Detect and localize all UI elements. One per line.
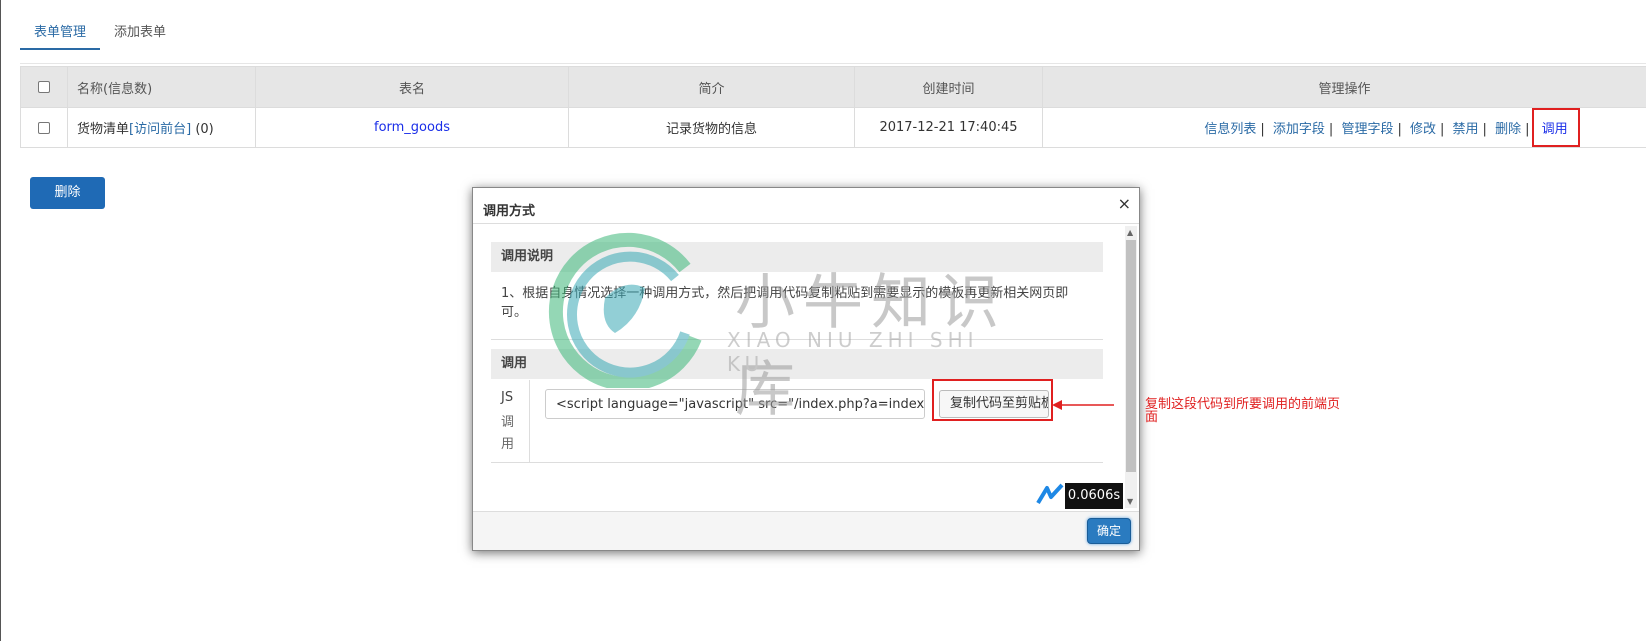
dialog-footer: 确定 bbox=[473, 511, 1139, 550]
op-add-field[interactable]: 添加字段 bbox=[1273, 122, 1325, 137]
row-actions: 信息列表 | 添加字段 | 管理字段 | 修改 | 禁用 | 删除 | 调用 bbox=[1042, 107, 1646, 148]
op-disable[interactable]: 禁用 bbox=[1453, 122, 1479, 137]
header-created: 创建时间 bbox=[854, 66, 1043, 108]
section-instructions-title: 调用说明 bbox=[491, 242, 1103, 272]
row-name-cell: 货物清单[访问前台] (0) bbox=[67, 107, 256, 148]
op-manage-fields[interactable]: 管理字段 bbox=[1341, 122, 1393, 137]
dialog-body: 调用说明 1、根据自身情况选择一种调用方式，然后把调用代码复制粘贴到需要显示的模… bbox=[473, 224, 1139, 510]
forms-table: 名称(信息数) 表名 简介 创建时间 管理操作 货物清单[访问前台] (0) f… bbox=[20, 66, 1646, 148]
call-code-field[interactable]: <script language="javascript" src="/inde… bbox=[545, 389, 925, 419]
section-bottom-divider bbox=[491, 462, 1103, 463]
copy-code-button[interactable]: 复制代码至剪贴板 bbox=[939, 390, 1049, 418]
op-info-list[interactable]: 信息列表 bbox=[1204, 122, 1256, 137]
row-table-name-cell: form_goods bbox=[255, 107, 569, 148]
scroll-up-icon[interactable]: ▲ bbox=[1127, 228, 1133, 237]
row-checkbox[interactable] bbox=[38, 121, 50, 134]
debug-logo-icon bbox=[1036, 483, 1064, 505]
dialog-title: 调用方式 bbox=[483, 204, 536, 219]
op-call-highlight: 调用 bbox=[1531, 108, 1580, 147]
row-name: 货物清单 bbox=[77, 122, 130, 137]
window-left-border bbox=[0, 0, 1, 641]
close-icon[interactable]: × bbox=[1118, 194, 1131, 213]
delete-button[interactable]: 删除 bbox=[30, 177, 105, 209]
scroll-down-icon[interactable]: ▼ bbox=[1127, 497, 1133, 506]
row-select-cell[interactable] bbox=[20, 107, 68, 148]
row-count: (0) bbox=[195, 122, 214, 137]
select-all-checkbox[interactable] bbox=[38, 81, 50, 93]
js-label-cell: JS 调用 bbox=[491, 380, 530, 462]
row-created: 2017-12-21 17:40:45 bbox=[854, 107, 1043, 148]
annotation-arrow-icon bbox=[1052, 400, 1114, 410]
scroll-thumb[interactable] bbox=[1126, 240, 1136, 472]
js-label: JS bbox=[501, 390, 514, 405]
tab-form-management[interactable]: 表单管理 bbox=[20, 0, 101, 50]
visit-frontend-link[interactable]: [访问前台] bbox=[129, 122, 191, 137]
header-actions: 管理操作 bbox=[1042, 66, 1646, 108]
tab-bar: 表单管理 添加表单 bbox=[20, 0, 180, 50]
dialog-scrollbar[interactable]: ▲ ▼ bbox=[1125, 226, 1137, 508]
header-select-all[interactable] bbox=[20, 66, 68, 108]
tab-divider bbox=[20, 63, 1646, 64]
section-divider bbox=[491, 339, 1103, 340]
table-name-link[interactable]: form_goods bbox=[374, 120, 450, 135]
tab-add-form[interactable]: 添加表单 bbox=[100, 0, 180, 48]
js-sub-label: 调用 bbox=[501, 415, 515, 452]
op-delete[interactable]: 删除 bbox=[1495, 122, 1521, 137]
confirm-button[interactable]: 确定 bbox=[1087, 518, 1131, 544]
section-call-title: 调用 bbox=[491, 349, 1103, 379]
op-call[interactable]: 调用 bbox=[1542, 122, 1568, 137]
dialog-header: 调用方式 × bbox=[473, 188, 1139, 224]
debug-timer: 0.0606s bbox=[1065, 483, 1123, 509]
instructions-text: 1、根据自身情况选择一种调用方式，然后把调用代码复制粘贴到需要显示的模板再更新相… bbox=[501, 286, 1069, 320]
op-edit[interactable]: 修改 bbox=[1410, 122, 1436, 137]
header-name: 名称(信息数) bbox=[67, 66, 256, 108]
call-method-dialog: 调用方式 × 调用说明 1、根据自身情况选择一种调用方式，然后把调用代码复制粘贴… bbox=[472, 187, 1140, 551]
table-row: 货物清单[访问前台] (0) form_goods 记录货物的信息 2017-1… bbox=[20, 107, 1646, 148]
row-intro: 记录货物的信息 bbox=[568, 107, 855, 148]
table-header-row: 名称(信息数) 表名 简介 创建时间 管理操作 bbox=[20, 66, 1646, 108]
header-table-name: 表名 bbox=[255, 66, 569, 108]
annotation-note: 复制这段代码到所要调用的前端页面 bbox=[1145, 397, 1341, 425]
header-intro: 简介 bbox=[568, 66, 855, 108]
